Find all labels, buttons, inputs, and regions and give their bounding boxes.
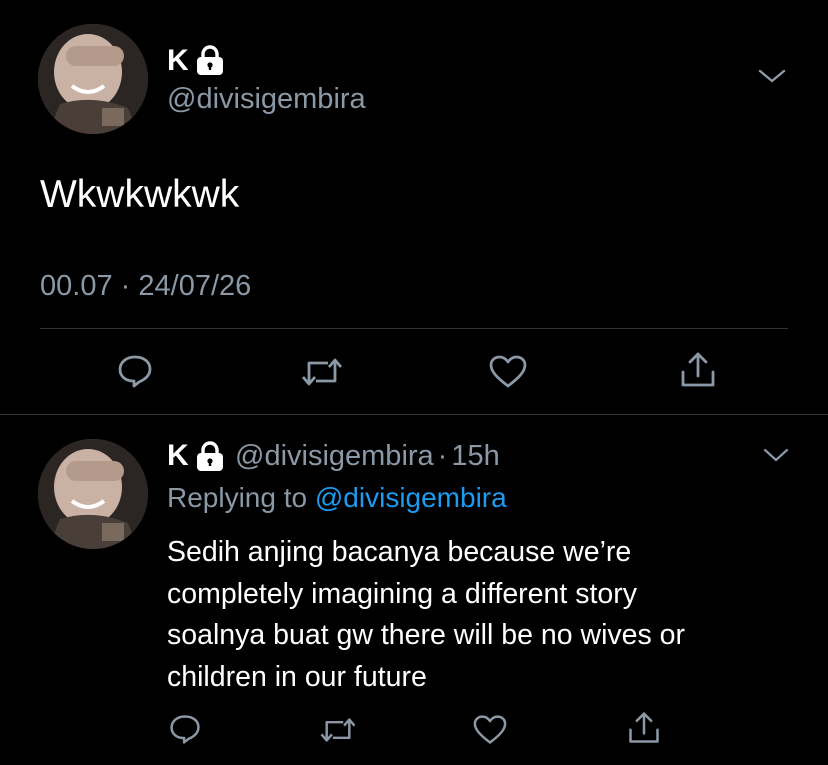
replying-to-handle-link[interactable]: @divisigembira — [315, 482, 507, 513]
like-icon[interactable] — [488, 354, 528, 390]
like-icon[interactable] — [472, 714, 508, 746]
reply-author-handle[interactable]: @divisigembira — [235, 440, 434, 472]
share-icon[interactable] — [626, 710, 662, 746]
author-name[interactable]: K — [167, 44, 189, 78]
reply-header: K — [167, 439, 189, 478]
chevron-down-icon[interactable] — [757, 66, 787, 86]
reply-meta-separator: · — [437, 440, 448, 472]
reply-icon[interactable] — [168, 712, 202, 746]
reply-text-line: completely imagining a different story — [167, 577, 637, 610]
tweet-text: Wkwkwkwk — [40, 173, 240, 216]
retweet-icon[interactable] — [299, 354, 345, 390]
replying-to: Replying to @divisigembira — [167, 481, 507, 515]
reply-avatar[interactable] — [38, 439, 148, 549]
reply-text-line: Sedih anjing bacanya because we’re — [167, 536, 632, 568]
share-icon[interactable] — [678, 350, 718, 390]
lock-icon — [193, 440, 227, 472]
reply-age[interactable]: 15h — [451, 440, 499, 472]
avatar[interactable] — [38, 24, 148, 134]
reply-meta: @divisigembira · 15h — [235, 439, 500, 473]
reply-icon[interactable] — [116, 352, 154, 390]
tweet-time: 00.07 — [40, 270, 113, 302]
reply-author-name[interactable]: K — [167, 439, 189, 472]
author-name-text[interactable]: K — [167, 44, 189, 77]
retweet-icon[interactable] — [318, 714, 358, 746]
timestamp-separator: · — [120, 270, 131, 302]
tweet-timestamp: 00.07 · 24/07/26 — [40, 268, 251, 304]
section-divider — [0, 414, 828, 415]
chevron-down-icon[interactable] — [762, 446, 790, 464]
reply-text-line: children in our future — [167, 660, 427, 693]
replying-to-label: Replying to — [167, 482, 308, 513]
reply-text-line: soalnya buat gw there will be no wives o… — [167, 619, 686, 651]
tweet-date: 24/07/26 — [138, 270, 252, 302]
reply-text: Sedih anjing bacanya because we’re compl… — [167, 532, 685, 698]
lock-icon — [193, 44, 227, 76]
author-handle[interactable]: @divisigembira — [167, 82, 366, 116]
divider — [40, 328, 788, 329]
